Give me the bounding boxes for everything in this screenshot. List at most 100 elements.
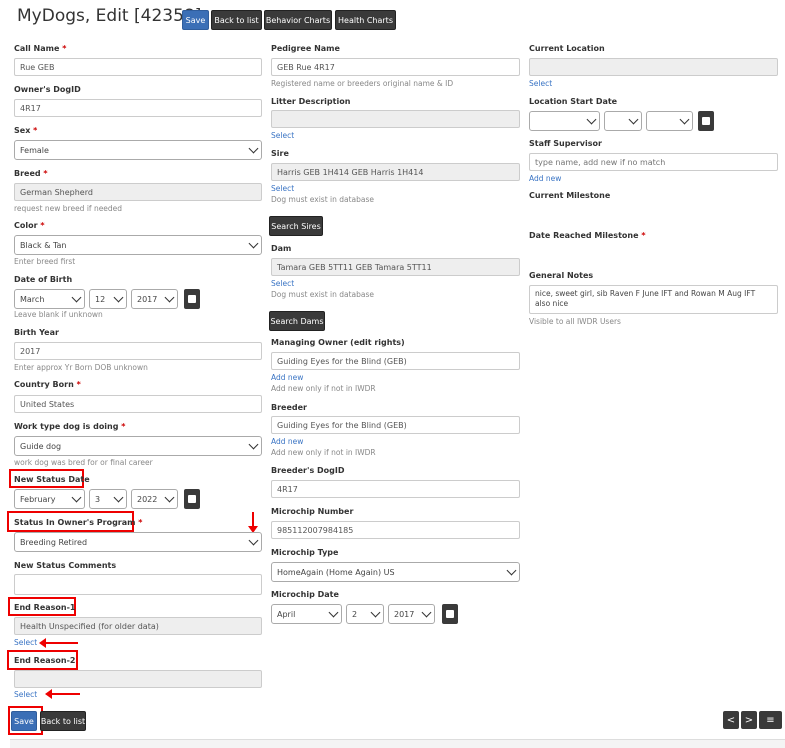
work-type-value: Guide dog xyxy=(20,441,62,451)
arrow-left-annotation xyxy=(45,689,80,699)
staff-supervisor-input[interactable] xyxy=(529,153,778,171)
managing-owner-label: Managing Owner (edit rights) xyxy=(271,338,405,347)
owners-dogid-input[interactable]: 4R17 xyxy=(14,99,262,117)
owners-dogid-label: Owner's DogID xyxy=(14,85,81,94)
calendar-icon[interactable] xyxy=(698,111,714,131)
dob-month-value: March xyxy=(20,294,45,304)
sire-input[interactable]: Harris GEB 1H414 GEB Harris 1H414 xyxy=(271,163,520,181)
page-title: MyDogs, Edit [42358] xyxy=(17,6,202,26)
microchip-day-select[interactable]: 2 xyxy=(346,604,384,624)
save-button[interactable]: Save xyxy=(182,10,209,30)
dob-year-select[interactable]: 2017 xyxy=(131,289,178,309)
status-day-value: 3 xyxy=(95,494,101,504)
dob-label: Date of Birth xyxy=(14,275,73,284)
breeder-add-link[interactable]: Add new xyxy=(271,437,303,446)
work-type-select[interactable]: Guide dog xyxy=(14,436,262,456)
dam-input[interactable]: Tamara GEB 5TT11 GEB Tamara 5TT11 xyxy=(271,258,520,276)
birth-year-label: Birth Year xyxy=(14,328,59,337)
back-to-list-button-bottom[interactable]: Back to list xyxy=(40,711,86,731)
end-reason1-input[interactable]: Health Unspecified (for older data) xyxy=(14,617,262,635)
dob-help: Leave blank if unknown xyxy=(14,310,103,319)
dam-select-link[interactable]: Select xyxy=(271,279,294,288)
calendar-icon[interactable] xyxy=(184,289,200,309)
chevron-down-icon xyxy=(628,114,639,125)
country-born-input[interactable]: United States xyxy=(14,395,262,413)
breeder-input[interactable]: Guiding Eyes for the Blind (GEB) xyxy=(271,416,520,434)
dob-day-select[interactable]: 12 xyxy=(89,289,127,309)
dam-help: Dog must exist in database xyxy=(271,290,375,299)
breeders-dogid-label: Breeder's DogID xyxy=(271,466,345,475)
dob-month-select[interactable]: March xyxy=(14,289,85,309)
microchip-day-value: 2 xyxy=(352,609,358,619)
health-charts-button[interactable]: Health Charts xyxy=(335,10,396,30)
staff-supervisor-add-link[interactable]: Add new xyxy=(529,174,561,183)
breed-label: Breed * xyxy=(14,169,48,178)
current-location-label: Current Location xyxy=(529,44,605,53)
status-year-select[interactable]: 2022 xyxy=(131,489,178,509)
arrow-left-annotation xyxy=(39,638,78,648)
chevron-down-icon xyxy=(248,439,259,450)
litter-desc-input[interactable] xyxy=(271,110,520,128)
sex-select[interactable]: Female xyxy=(14,140,262,160)
calendar-icon[interactable] xyxy=(184,489,200,509)
breeder-label: Breeder xyxy=(271,403,307,412)
location-month-select[interactable] xyxy=(529,111,600,131)
chevron-down-icon xyxy=(248,535,259,546)
current-location-select-link[interactable]: Select xyxy=(529,79,552,88)
end-reason2-input[interactable] xyxy=(14,670,262,688)
new-status-comments-input[interactable] xyxy=(14,574,262,595)
color-select[interactable]: Black & Tan xyxy=(14,235,262,255)
microchip-year-select[interactable]: 2017 xyxy=(388,604,435,624)
litter-select-link[interactable]: Select xyxy=(271,131,294,140)
current-location-input[interactable] xyxy=(529,58,778,76)
breeders-dogid-input[interactable]: 4R17 xyxy=(271,480,520,498)
microchip-number-input[interactable]: 985112007984185 xyxy=(271,521,520,539)
back-to-list-button[interactable]: Back to list xyxy=(211,10,262,30)
status-month-select[interactable]: February xyxy=(14,489,85,509)
search-dams-button[interactable]: Search Dams xyxy=(269,311,325,331)
microchip-month-select[interactable]: April xyxy=(271,604,342,624)
status-day-select[interactable]: 3 xyxy=(89,489,127,509)
calendar-icon[interactable] xyxy=(442,604,458,624)
chevron-down-icon xyxy=(113,292,124,303)
location-day-select[interactable] xyxy=(604,111,642,131)
chevron-down-icon xyxy=(328,607,339,618)
pedigree-name-input[interactable]: GEB Rue 4R17 xyxy=(271,58,520,76)
chevron-down-icon xyxy=(248,143,259,154)
chevron-down-icon xyxy=(679,114,690,125)
location-year-select[interactable] xyxy=(646,111,693,131)
end-reason1-select-link[interactable]: Select xyxy=(14,638,37,647)
managing-owner-input[interactable]: Guiding Eyes for the Blind (GEB) xyxy=(271,352,520,370)
status-program-select[interactable]: Breeding Retired xyxy=(14,532,262,552)
dob-day-value: 12 xyxy=(95,294,106,304)
sire-select-link[interactable]: Select xyxy=(271,184,294,193)
pedigree-name-label: Pedigree Name xyxy=(271,44,340,53)
work-type-label: Work type dog is doing * xyxy=(14,422,126,431)
current-milestone-label: Current Milestone xyxy=(529,191,611,200)
microchip-type-select[interactable]: HomeAgain (Home Again) US xyxy=(271,562,520,582)
behavior-charts-button[interactable]: Behavior Charts xyxy=(264,10,332,30)
birth-year-input[interactable]: 2017 xyxy=(14,342,262,360)
breed-input[interactable]: German Shepherd xyxy=(14,183,262,201)
chevron-down-icon xyxy=(71,292,82,303)
color-value: Black & Tan xyxy=(20,240,67,250)
menu-button[interactable]: ≡ xyxy=(759,711,782,729)
country-born-label: Country Born * xyxy=(14,380,81,389)
save-button-bottom[interactable]: Save xyxy=(11,711,37,731)
managing-owner-add-link[interactable]: Add new xyxy=(271,373,303,382)
pedigree-name-help: Registered name or breeders original nam… xyxy=(271,79,454,88)
sex-label: Sex * xyxy=(14,126,38,135)
end-reason2-select-link[interactable]: Select xyxy=(14,690,37,699)
end-reason2-label: End Reason-2 xyxy=(14,656,76,665)
dob-year-value: 2017 xyxy=(137,294,158,304)
next-record-button[interactable]: > xyxy=(741,711,757,729)
arrow-down-annotation xyxy=(248,512,258,533)
search-sires-button[interactable]: Search Sires xyxy=(269,216,323,236)
chevron-down-icon xyxy=(164,492,175,503)
prev-record-button[interactable]: < xyxy=(723,711,739,729)
status-program-label: Status In Owner's Program * xyxy=(14,518,143,527)
sex-value: Female xyxy=(20,145,49,155)
general-notes-textarea[interactable]: nice, sweet girl, sib Raven F June IFT a… xyxy=(529,285,778,314)
call-name-input[interactable]: Rue GEB xyxy=(14,58,262,76)
general-notes-label: General Notes xyxy=(529,271,594,280)
